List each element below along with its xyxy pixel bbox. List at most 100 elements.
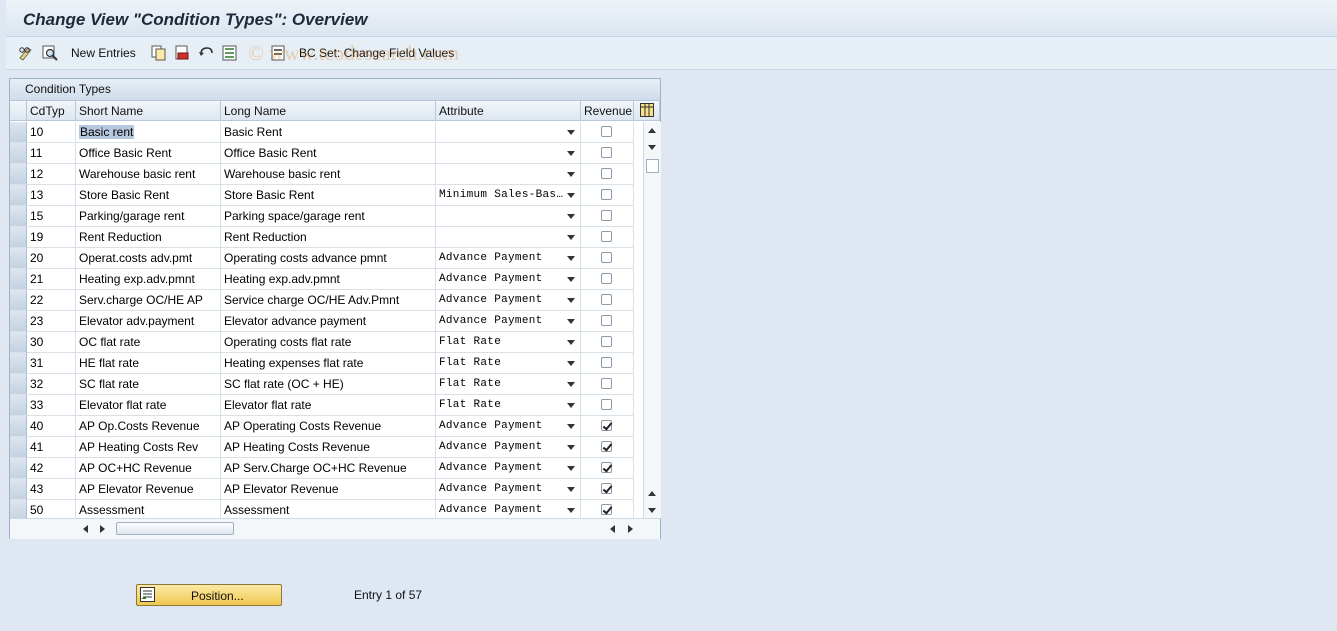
revenue-checkbox[interactable] xyxy=(601,294,612,305)
cell-short-name[interactable]: Rent Reduction xyxy=(76,227,221,248)
chevron-down-icon[interactable] xyxy=(567,487,575,492)
cell-attribute-dropdown[interactable]: Flat Rate xyxy=(436,374,581,395)
horizontal-scroll-thumb[interactable] xyxy=(116,522,234,535)
chevron-down-icon[interactable] xyxy=(567,466,575,471)
chevron-down-icon[interactable] xyxy=(567,172,575,177)
position-button[interactable]: Position... xyxy=(136,584,282,606)
find-button[interactable] xyxy=(42,44,58,62)
revenue-checkbox[interactable] xyxy=(601,378,612,389)
cell-long-name[interactable]: Operating costs advance pmnt xyxy=(221,248,436,269)
scroll-up-icon[interactable] xyxy=(648,128,656,133)
cell-attribute-dropdown[interactable]: Advance Payment xyxy=(436,248,581,269)
cell-long-name[interactable]: Office Basic Rent xyxy=(221,143,436,164)
row-selector[interactable] xyxy=(10,437,27,458)
cell-attribute-dropdown[interactable]: Minimum Sales-Bas… xyxy=(436,185,581,206)
cell-short-name[interactable]: SC flat rate xyxy=(76,374,221,395)
revenue-checkbox[interactable] xyxy=(601,420,612,431)
cell-attribute-dropdown[interactable]: Advance Payment xyxy=(436,437,581,458)
scroll-page-down-icon[interactable] xyxy=(648,508,656,513)
cell-attribute-dropdown[interactable] xyxy=(436,164,581,185)
cell-short-name[interactable]: AP Elevator Revenue xyxy=(76,479,221,500)
cell-long-name[interactable]: Basic Rent xyxy=(221,122,436,143)
scroll-down-icon[interactable] xyxy=(648,145,656,150)
cell-short-name[interactable]: Office Basic Rent xyxy=(76,143,221,164)
cell-attribute-dropdown[interactable]: Advance Payment xyxy=(436,416,581,437)
cell-attribute-dropdown[interactable] xyxy=(436,206,581,227)
cell-long-name[interactable]: Operating costs flat rate xyxy=(221,332,436,353)
row-selector[interactable] xyxy=(10,416,27,437)
cell-short-name[interactable]: Operat.costs adv.pmt xyxy=(76,248,221,269)
cell-attribute-dropdown[interactable] xyxy=(436,143,581,164)
cell-short-name[interactable]: Heating exp.adv.pmnt xyxy=(76,269,221,290)
row-selector[interactable] xyxy=(10,206,27,227)
chevron-down-icon[interactable] xyxy=(567,130,575,135)
scroll-left-icon[interactable] xyxy=(83,525,88,533)
row-selector[interactable] xyxy=(10,143,27,164)
chevron-down-icon[interactable] xyxy=(567,403,575,408)
cell-short-name[interactable]: AP Heating Costs Rev xyxy=(76,437,221,458)
chevron-down-icon[interactable] xyxy=(567,424,575,429)
revenue-checkbox[interactable] xyxy=(601,273,612,284)
new-entries-button[interactable]: New Entries xyxy=(71,44,136,62)
chevron-down-icon[interactable] xyxy=(567,445,575,450)
chevron-down-icon[interactable] xyxy=(567,151,575,156)
row-selector[interactable] xyxy=(10,269,27,290)
revenue-checkbox[interactable] xyxy=(601,357,612,368)
scroll-page-up-icon[interactable] xyxy=(648,491,656,496)
delete-button[interactable] xyxy=(174,44,190,62)
revenue-checkbox[interactable] xyxy=(601,399,612,410)
cell-attribute-dropdown[interactable]: Advance Payment xyxy=(436,458,581,479)
cell-attribute-dropdown[interactable]: Flat Rate xyxy=(436,353,581,374)
cell-attribute-dropdown[interactable] xyxy=(436,227,581,248)
cell-long-name[interactable]: AP Elevator Revenue xyxy=(221,479,436,500)
table-settings-button[interactable] xyxy=(634,101,660,121)
cell-short-name[interactable]: Parking/garage rent xyxy=(76,206,221,227)
row-selector[interactable] xyxy=(10,458,27,479)
scroll-right-end-icon[interactable] xyxy=(628,525,633,533)
row-selector[interactable] xyxy=(10,479,27,500)
chevron-down-icon[interactable] xyxy=(567,319,575,324)
cell-long-name[interactable]: SC flat rate (OC + HE) xyxy=(221,374,436,395)
cell-long-name[interactable]: Service charge OC/HE Adv.Pmnt xyxy=(221,290,436,311)
bc-set-button[interactable]: BC Set: Change Field Values xyxy=(271,44,454,62)
cell-long-name[interactable]: Store Basic Rent xyxy=(221,185,436,206)
cell-attribute-dropdown[interactable]: Advance Payment xyxy=(436,479,581,500)
cell-short-name[interactable]: HE flat rate xyxy=(76,353,221,374)
cell-short-name[interactable]: AP OC+HC Revenue xyxy=(76,458,221,479)
cell-attribute-dropdown[interactable]: Flat Rate xyxy=(436,395,581,416)
select-all-header[interactable] xyxy=(10,101,27,121)
cell-long-name[interactable]: Heating expenses flat rate xyxy=(221,353,436,374)
chevron-down-icon[interactable] xyxy=(567,193,575,198)
column-header-attribute[interactable]: Attribute xyxy=(436,101,581,121)
revenue-checkbox[interactable] xyxy=(601,252,612,263)
cell-short-name[interactable]: Basic rent xyxy=(76,122,221,143)
chevron-down-icon[interactable] xyxy=(567,361,575,366)
cell-long-name[interactable]: AP Heating Costs Revenue xyxy=(221,437,436,458)
cell-short-name[interactable]: Warehouse basic rent xyxy=(76,164,221,185)
copy-button[interactable] xyxy=(151,44,167,62)
row-selector[interactable] xyxy=(10,290,27,311)
cell-long-name[interactable]: Heating exp.adv.pmnt xyxy=(221,269,436,290)
column-header-short-name[interactable]: Short Name xyxy=(76,101,221,121)
cell-attribute-dropdown[interactable] xyxy=(436,122,581,143)
row-selector[interactable] xyxy=(10,164,27,185)
revenue-checkbox[interactable] xyxy=(601,126,612,137)
cell-short-name[interactable]: AP Op.Costs Revenue xyxy=(76,416,221,437)
cell-attribute-dropdown[interactable]: Advance Payment xyxy=(436,269,581,290)
scroll-left-end-icon[interactable] xyxy=(610,525,615,533)
row-selector[interactable] xyxy=(10,248,27,269)
chevron-down-icon[interactable] xyxy=(567,214,575,219)
revenue-checkbox[interactable] xyxy=(601,462,612,473)
row-selector[interactable] xyxy=(10,311,27,332)
chevron-down-icon[interactable] xyxy=(567,256,575,261)
revenue-checkbox[interactable] xyxy=(601,189,612,200)
row-selector[interactable] xyxy=(10,374,27,395)
cell-short-name[interactable]: Elevator adv.payment xyxy=(76,311,221,332)
row-selector[interactable] xyxy=(10,353,27,374)
cell-long-name[interactable]: Elevator advance payment xyxy=(221,311,436,332)
cell-attribute-dropdown[interactable]: Advance Payment xyxy=(436,290,581,311)
row-selector[interactable] xyxy=(10,332,27,353)
cell-short-name[interactable]: Serv.charge OC/HE AP xyxy=(76,290,221,311)
chevron-down-icon[interactable] xyxy=(567,340,575,345)
cell-short-name[interactable]: Elevator flat rate xyxy=(76,395,221,416)
